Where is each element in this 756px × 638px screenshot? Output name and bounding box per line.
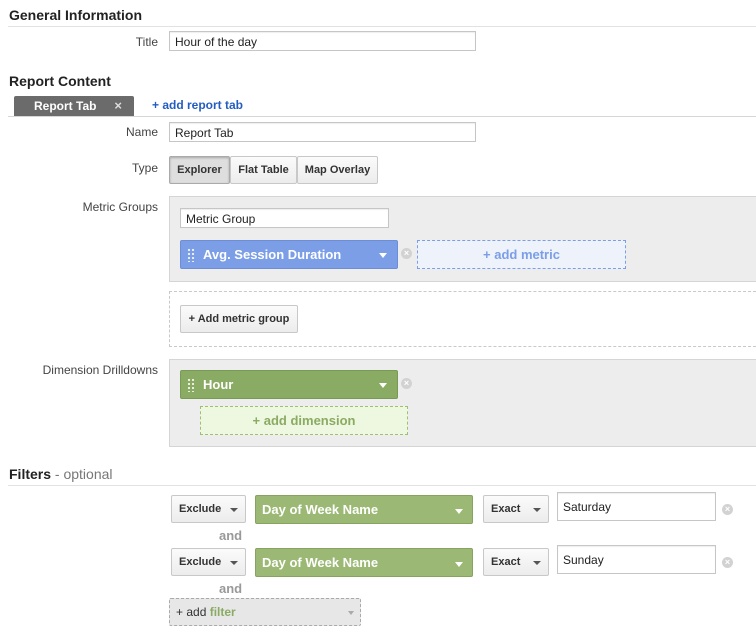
- remove-icon[interactable]: ×: [401, 378, 412, 389]
- caret-down-icon: [230, 561, 238, 565]
- and-label: and: [219, 581, 243, 596]
- general-information-heading: General Information: [9, 7, 143, 23]
- caret-down-icon: [348, 611, 354, 615]
- type-explorer-button[interactable]: Explorer: [169, 156, 230, 184]
- tab-name-input[interactable]: Report Tab: [169, 122, 476, 142]
- drag-handle-icon[interactable]: [187, 247, 195, 262]
- metric-group-name-input[interactable]: Metric Group: [180, 208, 389, 228]
- filter-match-value: Exact: [491, 503, 521, 515]
- type-label: Type: [131, 161, 158, 175]
- filter-mode-value: Exclude: [179, 556, 222, 568]
- add-filter-button[interactable]: + add filter: [169, 598, 361, 626]
- filter-mode-value: Exclude: [179, 503, 222, 515]
- type-flat-table-button[interactable]: Flat Table: [230, 156, 297, 184]
- metric-label: Avg. Session Duration: [203, 247, 342, 262]
- filter-field-dropdown[interactable]: Day of Week Name: [255, 495, 473, 524]
- tab-report-tab[interactable]: Report Tab ×: [14, 96, 134, 116]
- add-metric-button[interactable]: + add metric: [417, 240, 626, 269]
- filter-value-input[interactable]: Saturday: [557, 492, 716, 521]
- filters-heading: Filters - optional: [9, 466, 113, 482]
- caret-down-icon: [455, 509, 463, 514]
- caret-down-icon: [533, 508, 541, 512]
- divider: [8, 485, 756, 486]
- tab-bar-divider: [8, 116, 756, 117]
- add-filter-prefix: + add: [176, 605, 210, 619]
- caret-down-icon: [230, 508, 238, 512]
- add-metric-group-button[interactable]: + Add metric group: [180, 305, 298, 333]
- caret-down-icon: [533, 561, 541, 565]
- dimension-hour[interactable]: Hour: [180, 370, 398, 399]
- remove-icon[interactable]: ×: [401, 248, 412, 259]
- filter-field-value: Day of Week Name: [262, 502, 379, 517]
- filters-title: Filters: [9, 466, 52, 482]
- remove-icon[interactable]: ×: [722, 557, 733, 568]
- tab-label: Report Tab: [34, 99, 97, 113]
- filter-field-dropdown[interactable]: Day of Week Name: [255, 548, 473, 577]
- filter-value-input[interactable]: Sunday: [557, 545, 716, 574]
- caret-down-icon[interactable]: [379, 382, 387, 388]
- caret-down-icon[interactable]: [379, 252, 387, 258]
- dimension-label: Hour: [203, 377, 234, 392]
- name-label: Name: [125, 125, 158, 139]
- filters-optional: - optional: [51, 466, 113, 482]
- metric-avg-session-duration[interactable]: Avg. Session Duration: [180, 240, 398, 269]
- caret-down-icon: [455, 562, 463, 567]
- drag-handle-icon[interactable]: [187, 377, 195, 392]
- metric-groups-label: Metric Groups: [82, 200, 158, 214]
- divider: [8, 26, 756, 27]
- report-content-heading: Report Content: [9, 73, 111, 89]
- add-report-tab-link[interactable]: + add report tab: [152, 98, 243, 112]
- type-map-overlay-button[interactable]: Map Overlay: [297, 156, 378, 184]
- dimension-drilldowns-label: Dimension Drilldowns: [42, 363, 158, 377]
- filter-field-value: Day of Week Name: [262, 555, 379, 570]
- remove-icon[interactable]: ×: [722, 504, 733, 515]
- filter-match-dropdown[interactable]: Exact: [483, 495, 549, 523]
- add-filter-word: filter: [209, 605, 236, 619]
- filter-match-dropdown[interactable]: Exact: [483, 548, 549, 576]
- filter-match-value: Exact: [491, 556, 521, 568]
- filter-mode-dropdown[interactable]: Exclude: [171, 495, 246, 523]
- and-label: and: [219, 528, 243, 543]
- close-icon[interactable]: ×: [114, 98, 122, 113]
- title-input[interactable]: Hour of the day: [169, 31, 476, 51]
- add-dimension-button[interactable]: + add dimension: [200, 406, 408, 435]
- filter-mode-dropdown[interactable]: Exclude: [171, 548, 246, 576]
- title-label: Title: [135, 35, 158, 49]
